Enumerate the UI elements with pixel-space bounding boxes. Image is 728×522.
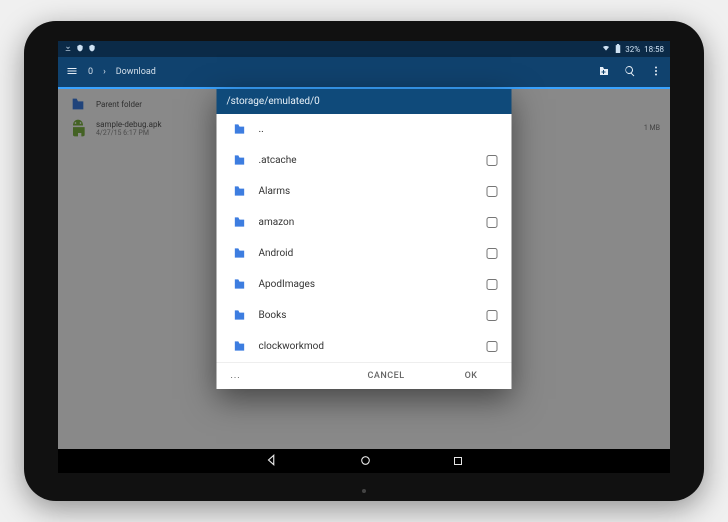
recents-button[interactable] — [452, 452, 464, 471]
folder-label: amazon — [259, 217, 477, 228]
home-button[interactable] — [359, 452, 372, 471]
system-nav-bar — [58, 449, 670, 473]
breadcrumb-root[interactable]: 0 — [88, 67, 93, 77]
list-item[interactable]: .atcache — [217, 145, 512, 176]
list-item[interactable]: Books — [217, 300, 512, 331]
shield-icon — [76, 44, 84, 54]
list-item[interactable]: Android — [217, 238, 512, 269]
overflow-icon[interactable] — [650, 65, 662, 80]
select-checkbox[interactable] — [487, 248, 498, 259]
folder-picker-dialog: /storage/emulated/0 .. .atcache Alarms — [217, 89, 512, 389]
folder-icon — [231, 246, 249, 260]
select-checkbox[interactable] — [487, 310, 498, 321]
folder-label: Android — [259, 248, 477, 259]
tablet-home-indicator — [362, 489, 366, 493]
app-toolbar: 0 › Download — [58, 57, 670, 87]
ok-button[interactable]: OK — [465, 371, 478, 381]
dialog-title: /storage/emulated/0 — [217, 89, 512, 114]
list-item[interactable]: amazon — [217, 207, 512, 238]
create-folder-icon[interactable] — [598, 65, 610, 80]
folder-icon — [231, 308, 249, 322]
folder-icon — [231, 153, 249, 167]
select-checkbox[interactable] — [487, 186, 498, 197]
folder-label: .. — [259, 124, 500, 135]
folder-label: Alarms — [259, 186, 477, 197]
battery-percent: 32% — [625, 45, 640, 54]
folder-label: clockworkmod — [259, 341, 477, 352]
folder-label: ApodImages — [259, 279, 477, 290]
select-checkbox[interactable] — [487, 341, 498, 352]
list-item[interactable]: Alarms — [217, 176, 512, 207]
list-item[interactable]: ApodImages — [217, 269, 512, 300]
tablet-frame: 32% 18:58 0 › Download — [24, 21, 704, 501]
device-screen: 32% 18:58 0 › Download — [58, 41, 670, 473]
back-button[interactable] — [265, 452, 279, 471]
more-options[interactable]: ... — [231, 371, 241, 381]
content-area: Parent folder sample-debug.apk 4/27/15 6… — [58, 89, 670, 449]
wifi-icon — [601, 44, 611, 54]
battery-icon — [615, 44, 621, 55]
list-item[interactable]: clockworkmod — [217, 331, 512, 362]
breadcrumb-sep: › — [103, 67, 106, 77]
shield-icon — [88, 44, 96, 54]
select-checkbox[interactable] — [487, 217, 498, 228]
cancel-button[interactable]: CANCEL — [368, 371, 405, 381]
status-bar: 32% 18:58 — [58, 41, 670, 57]
folder-label: Books — [259, 310, 477, 321]
list-item[interactable]: .. — [217, 114, 512, 145]
breadcrumb-current[interactable]: Download — [116, 67, 156, 77]
folder-icon — [231, 122, 249, 136]
folder-icon — [231, 184, 249, 198]
folder-icon — [231, 339, 249, 353]
folder-icon — [231, 215, 249, 229]
clock: 18:58 — [644, 45, 664, 54]
dialog-actions: ... CANCEL OK — [217, 362, 512, 389]
menu-icon[interactable] — [66, 65, 78, 80]
search-icon[interactable] — [624, 65, 636, 80]
download-icon — [64, 44, 72, 54]
select-checkbox[interactable] — [487, 155, 498, 166]
folder-label: .atcache — [259, 155, 477, 166]
folder-icon — [231, 277, 249, 291]
dialog-folder-list: .. .atcache Alarms amazon — [217, 114, 512, 362]
select-checkbox[interactable] — [487, 279, 498, 290]
